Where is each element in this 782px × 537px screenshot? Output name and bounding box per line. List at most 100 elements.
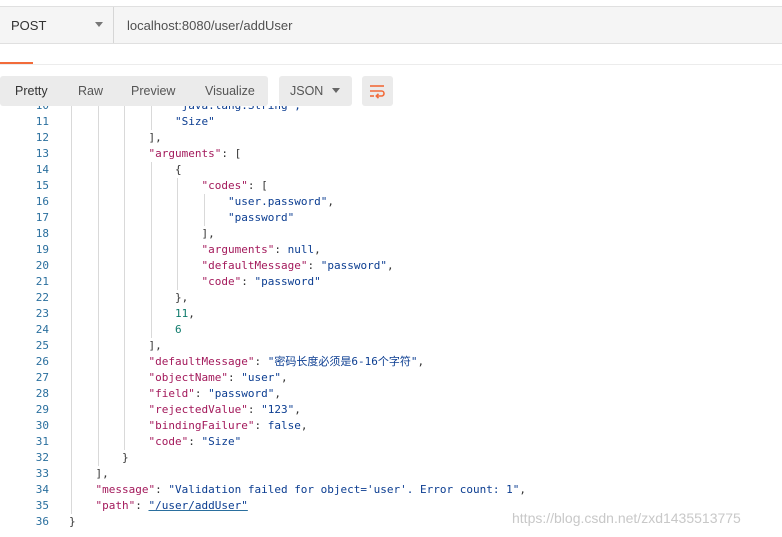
view-mode-tabs: Pretty Raw Preview Visualize <box>0 76 268 106</box>
code-content: }, <box>175 290 188 306</box>
code-content: ], <box>149 130 162 146</box>
code-content: "field": "password", <box>149 386 281 402</box>
code-token: "password" <box>254 275 321 288</box>
code-line: 23 11, <box>0 306 782 322</box>
line-number: 10 <box>0 106 49 114</box>
code-token: : <box>241 275 255 288</box>
code-token: "password" <box>228 211 295 224</box>
line-number: 12 <box>35 131 49 144</box>
method-select[interactable]: POST <box>0 7 114 43</box>
line-number: 31 <box>35 435 49 448</box>
code-token: : <box>247 403 262 416</box>
code-content: "java.lang.String", <box>175 106 301 114</box>
code-token: "defaultMessage" <box>148 355 255 368</box>
code-content: } <box>122 450 129 466</box>
indent-guide <box>203 194 205 226</box>
line-number: 20 <box>35 259 49 272</box>
line-number: 32 <box>35 451 49 464</box>
code-token: "rejectedValue" <box>148 403 248 416</box>
code-token: : <box>254 419 268 432</box>
code-content: "code": "Size" <box>149 434 242 450</box>
code-content: ], <box>149 338 162 354</box>
tab-visualize[interactable]: Visualize <box>205 84 255 98</box>
code-token: , <box>188 307 195 320</box>
tab-pretty[interactable]: Pretty <box>15 84 48 98</box>
code-token: "Size" <box>175 115 215 128</box>
line-number: 13 <box>35 147 49 160</box>
code-content: "objectName": "user", <box>149 370 288 386</box>
indent-guide <box>97 106 99 466</box>
code-token: , <box>300 419 308 432</box>
format-label: JSON <box>290 84 324 98</box>
line-number: 14 <box>35 163 49 176</box>
line-number: 26 <box>35 355 49 368</box>
code-token: }, <box>175 291 189 304</box>
code-content: "path": "/user/addUser" <box>96 498 248 514</box>
line-number: 15 <box>35 179 49 192</box>
code-line: 24 6 <box>0 322 782 338</box>
line-number: 27 <box>35 371 49 384</box>
code-token: "field" <box>148 387 195 400</box>
code-token: "/user/addUser" <box>148 499 248 512</box>
chevron-down-icon <box>332 88 340 93</box>
code-line: 32} <box>0 450 782 466</box>
code-token: "user.password" <box>228 195 328 208</box>
code-token: : <box>227 371 242 384</box>
tab-preview[interactable]: Preview <box>131 84 175 98</box>
code-line: 28 "field": "password", <box>0 386 782 402</box>
tab-raw[interactable]: Raw <box>78 84 103 98</box>
line-number: 11 <box>35 115 49 128</box>
indent-guide <box>150 106 152 130</box>
code-token: "123" <box>261 403 295 416</box>
code-line: 22}, <box>0 290 782 306</box>
code-token: { <box>175 163 182 176</box>
code-line: 30 "bindingFailure": false, <box>0 418 782 434</box>
code-content: "arguments": [ <box>149 146 242 162</box>
line-number: 35 <box>35 499 49 512</box>
code-token: : [ <box>247 179 268 192</box>
code-token: "arguments" <box>201 243 275 256</box>
code-line: 33], <box>0 466 782 482</box>
code-token: "user" <box>241 371 281 384</box>
code-token: : <box>307 259 321 272</box>
code-token: "arguments" <box>148 147 222 160</box>
code-token: : <box>188 435 202 448</box>
line-number: 21 <box>35 275 49 288</box>
wrap-lines-button[interactable] <box>362 76 393 106</box>
code-token: , <box>519 483 526 496</box>
code-line: 10 "java.lang.String", <box>0 106 782 114</box>
code-token: ], <box>148 131 162 144</box>
code-token: 11 <box>175 307 189 320</box>
code-line: 15 "codes": [ <box>0 178 782 194</box>
line-number: 19 <box>35 243 49 256</box>
line-number: 33 <box>35 467 49 480</box>
code-content: "codes": [ <box>202 178 268 194</box>
code-line: 12], <box>0 130 782 146</box>
code-token: , <box>417 355 425 368</box>
code-token: ], <box>201 227 215 240</box>
indent-guide <box>150 162 152 338</box>
url-input[interactable]: localhost:8080/user/addUser <box>127 18 293 33</box>
line-number: 29 <box>35 403 49 416</box>
line-number: 28 <box>35 387 49 400</box>
code-token: } <box>69 515 76 528</box>
code-token: "objectName" <box>148 371 228 384</box>
code-token: ], <box>148 339 162 352</box>
format-select[interactable]: JSON <box>279 76 352 106</box>
code-token: "code" <box>201 275 242 288</box>
code-token: "path" <box>95 499 136 512</box>
code-line: 29 "rejectedValue": "123", <box>0 402 782 418</box>
code-line: 25], <box>0 338 782 354</box>
code-token: "java.lang.String", <box>175 106 301 112</box>
wrap-lines-icon <box>370 85 385 99</box>
code-content: "defaultMessage": "密码长度必须是6-16个字符", <box>149 354 425 370</box>
code-content: "code": "password" <box>202 274 321 290</box>
code-content: "defaultMessage": "password", <box>202 258 394 274</box>
code-content: "arguments": null, <box>202 242 321 258</box>
method-label: POST <box>11 18 47 33</box>
code-token: , <box>280 371 288 384</box>
code-token: "password" <box>208 387 275 400</box>
code-line: 26 "defaultMessage": "密码长度必须是6-16个字符", <box>0 354 782 370</box>
code-content: 11, <box>175 306 195 322</box>
code-content: "bindingFailure": false, <box>149 418 308 434</box>
